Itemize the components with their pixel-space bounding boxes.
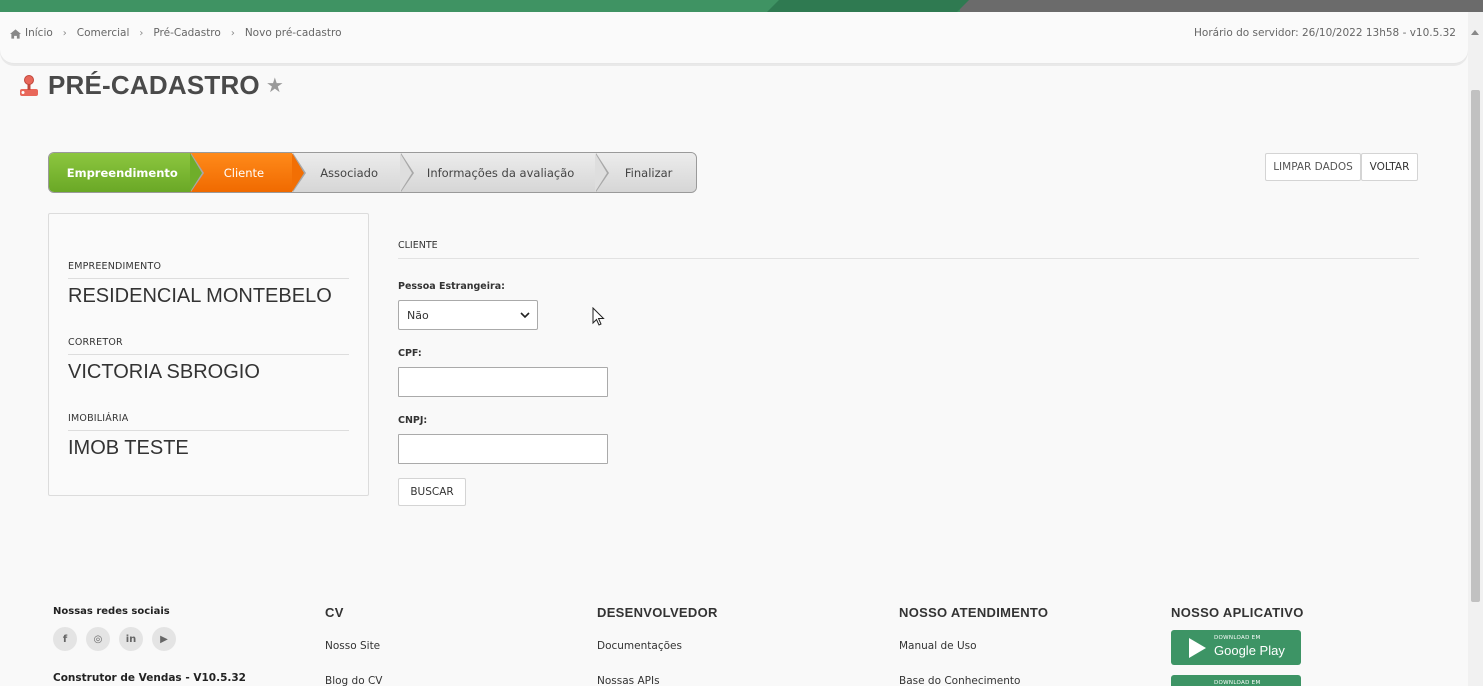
footer-link-apis[interactable]: Nossas APIs	[597, 675, 660, 686]
chevron-right-icon: ›	[139, 27, 144, 39]
footer-link-blog[interactable]: Blog do CV	[325, 675, 383, 686]
footer-support-title: NOSSO ATENDIMENTO	[899, 605, 1049, 620]
app-store-button[interactable]: DOWNLOAD EM	[1171, 675, 1301, 686]
chevron-down-icon	[520, 312, 530, 319]
favorite-star-icon[interactable]: ★	[266, 73, 284, 97]
scroll-up-icon[interactable]	[1471, 30, 1479, 35]
clear-data-button[interactable]: LIMPAR DADOS	[1265, 153, 1361, 181]
breadcrumb-item-pre-cadastro[interactable]: Pré-Cadastro	[153, 27, 220, 39]
corretor-value: VICTORIA SBROGIO	[68, 361, 260, 383]
server-time: Horário do servidor: 26/10/2022 13h58 - …	[1194, 27, 1456, 39]
google-play-button[interactable]: DOWNLOAD EM Google Play	[1171, 630, 1301, 665]
step-label: Empreendimento	[66, 165, 178, 180]
instagram-icon[interactable]: ◎	[86, 627, 110, 651]
breadcrumb-item-comercial[interactable]: Comercial	[77, 27, 130, 39]
empreendimento-label: EMPREENDIMENTO	[68, 261, 162, 272]
step-label: Associado	[320, 165, 378, 180]
cpf-input[interactable]	[398, 367, 608, 397]
foreign-person-select[interactable]: Não	[398, 300, 538, 330]
footer-app-title: NOSSO APLICATIVO	[1171, 605, 1304, 620]
chevron-right-icon: ›	[230, 27, 235, 39]
mouse-cursor-icon	[592, 307, 605, 326]
top-accent-bar	[0, 0, 1483, 12]
step-associado[interactable]: Associado	[292, 153, 414, 192]
cnpj-label: CNPJ:	[398, 415, 428, 426]
step-label: Cliente	[223, 165, 265, 180]
step-label: Informações da avaliação	[426, 165, 575, 180]
page-scrollbar[interactable]	[1468, 12, 1483, 686]
foreign-person-label: Pessoa Estrangeira:	[398, 281, 505, 292]
breadcrumb-item-inicio[interactable]: Início	[25, 27, 53, 39]
social-title: Nossas redes sociais	[53, 606, 170, 617]
step-cliente[interactable]: Cliente	[189, 153, 307, 192]
step-finalizar[interactable]: Finalizar	[595, 153, 696, 192]
home-icon	[10, 29, 21, 39]
empreendimento-value: RESIDENCIAL MONTEBELO	[68, 285, 332, 307]
breadcrumb-item-current: Novo pré-cadastro	[244, 27, 342, 39]
chevron-right-icon: ›	[62, 27, 67, 39]
footer-link-manual[interactable]: Manual de Uso	[899, 640, 977, 652]
imobiliaria-value: IMOB TESTE	[68, 437, 189, 459]
google-play-small-text: DOWNLOAD EM	[1214, 635, 1261, 641]
section-divider	[398, 258, 1419, 259]
imobiliaria-label: IMOBILIÁRIA	[68, 413, 129, 424]
footer-link-kb[interactable]: Base do Conhecimento	[899, 675, 1020, 686]
breadcrumb-bar: Início › Comercial › Pré-Cadastro › Novo…	[0, 12, 1468, 64]
footer: Nossas redes sociais f ◎ in ▶ Construtor…	[0, 590, 1468, 686]
linkedin-icon[interactable]: in	[119, 627, 143, 651]
corretor-label: CORRETOR	[68, 337, 123, 348]
facebook-icon[interactable]: f	[53, 627, 77, 651]
cpf-label: CPF:	[398, 348, 422, 359]
step-label: Finalizar	[624, 165, 673, 180]
google-play-icon	[1189, 638, 1206, 658]
breadcrumb: Início › Comercial › Pré-Cadastro › Novo…	[10, 27, 342, 39]
youtube-icon[interactable]: ▶	[152, 627, 176, 651]
footer-dev-title: DESENVOLVEDOR	[597, 605, 718, 620]
back-button[interactable]: VOLTAR	[1361, 153, 1418, 181]
summary-card: EMPREENDIMENTO RESIDENCIAL MONTEBELO COR…	[48, 213, 369, 496]
footer-link-nosso-site[interactable]: Nosso Site	[325, 640, 380, 652]
section-title-cliente: CLIENTE	[398, 240, 438, 251]
footer-link-docs[interactable]: Documentações	[597, 640, 682, 652]
footer-cv-title: CV	[325, 605, 344, 620]
app-store-small-text: DOWNLOAD EM	[1214, 680, 1261, 686]
joystick-icon	[20, 74, 38, 96]
foreign-person-value: Não	[407, 308, 429, 322]
step-empreendimento[interactable]: Empreendimento	[49, 153, 204, 192]
page-header: PRÉ-CADASTRO ★	[18, 70, 284, 101]
page-title: PRÉ-CADASTRO	[48, 70, 260, 100]
step-informacoes-avaliacao[interactable]: Informações da avaliação	[399, 153, 610, 192]
search-button[interactable]: BUSCAR	[398, 478, 466, 506]
cnpj-input[interactable]	[398, 434, 608, 464]
scrollbar-thumb[interactable]	[1471, 90, 1480, 602]
google-play-text: Google Play	[1214, 643, 1285, 658]
app-version: Construtor de Vendas - V10.5.32	[53, 672, 246, 684]
wizard-steps: Empreendimento Cliente Associado Informa…	[48, 152, 697, 193]
